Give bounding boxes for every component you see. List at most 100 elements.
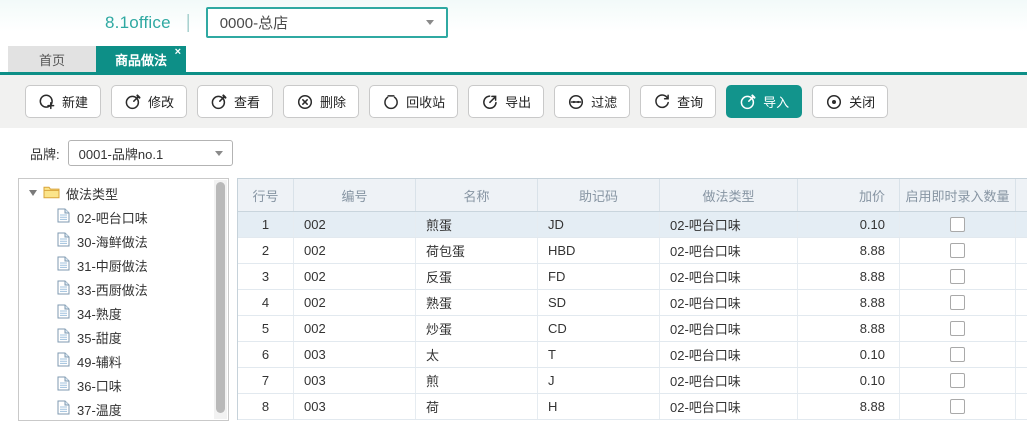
export-button-label: 导出: [505, 92, 531, 111]
tab-product-methods[interactable]: 商品做法 ×: [96, 46, 186, 72]
query-button[interactable]: 查询: [640, 85, 716, 118]
instant-qty-checkbox[interactable]: [950, 373, 965, 388]
refresh-circle-icon: [653, 93, 671, 111]
cell-method-type: 02-吧台口味: [660, 316, 798, 341]
tree-item-list: 02-吧台口味 30-海鲜做法 31-中厨做法 33-西厨做法: [19, 205, 228, 421]
document-icon: [57, 376, 70, 394]
table-row[interactable]: 5 002 炒蛋 CD 02-吧台口味 8.88: [238, 316, 1027, 342]
instant-qty-checkbox[interactable]: [950, 399, 965, 414]
table-row[interactable]: 7 003 煎 J 02-吧台口味 0.10: [238, 368, 1027, 394]
tree-expand-icon[interactable]: [29, 190, 37, 196]
cell-code: 003: [294, 368, 416, 393]
col-header-instant-qty[interactable]: 启用即时录入数量: [900, 179, 1016, 211]
cell-instant-qty: [900, 394, 1016, 419]
app-title: 8.1office: [105, 13, 171, 33]
import-button[interactable]: 导入: [726, 85, 802, 118]
recycle-bin-button[interactable]: 回收站: [369, 85, 458, 118]
instant-qty-checkbox[interactable]: [950, 217, 965, 232]
tree-item[interactable]: 49-辅料: [19, 349, 228, 373]
document-icon: [57, 280, 70, 298]
col-header-mnemonic[interactable]: 助记码: [538, 179, 660, 211]
tree-scrollbar-thumb[interactable]: [216, 182, 225, 413]
edit-button[interactable]: 修改: [111, 85, 187, 118]
view-button-label: 查看: [234, 92, 260, 111]
tree-item-label: 36-口味: [77, 376, 122, 395]
tree-root-label: 做法类型: [66, 184, 118, 203]
cell-markup: 8.88: [798, 316, 900, 341]
col-header-name[interactable]: 名称: [416, 179, 538, 211]
recycle-bin-button-label: 回收站: [406, 92, 445, 111]
instant-qty-checkbox[interactable]: [950, 269, 965, 284]
new-button-label: 新建: [62, 92, 88, 111]
col-header-method-type[interactable]: 做法类型: [660, 179, 798, 211]
cell-code: 003: [294, 394, 416, 419]
cell-code: 002: [294, 316, 416, 341]
chevron-down-icon: [215, 151, 223, 156]
cell-code: 002: [294, 212, 416, 237]
table-row[interactable]: 2 002 荷包蛋 HBD 02-吧台口味 8.88: [238, 238, 1027, 264]
cell-markup: 0.10: [798, 342, 900, 367]
filter-button[interactable]: 过滤: [554, 85, 630, 118]
edit-circle-icon: [124, 93, 142, 111]
tree-item[interactable]: 02-吧台口味: [19, 205, 228, 229]
cell-method-type: 02-吧台口味: [660, 342, 798, 367]
tree-root-method-types[interactable]: 做法类型: [19, 181, 228, 205]
methods-table: 行号 编号 名称 助记码 做法类型 加价 启用即时录入数量 1 002 煎蛋 J…: [237, 178, 1027, 420]
cell-code: 002: [294, 264, 416, 289]
import-button-label: 导入: [763, 92, 789, 111]
close-button[interactable]: 关闭: [812, 85, 888, 118]
document-icon: [57, 304, 70, 322]
tab-close-icon[interactable]: ×: [175, 46, 181, 58]
cell-filler: [1016, 238, 1027, 263]
col-header-markup[interactable]: 加价: [798, 179, 900, 211]
view-button[interactable]: 查看: [197, 85, 273, 118]
delete-button[interactable]: 删除: [283, 85, 359, 118]
cell-markup: 0.10: [798, 368, 900, 393]
cell-method-type: 02-吧台口味: [660, 394, 798, 419]
cell-name: 煎蛋: [416, 212, 538, 237]
tree-item[interactable]: 35-甜度: [19, 325, 228, 349]
instant-qty-checkbox[interactable]: [950, 321, 965, 336]
col-header-code[interactable]: 编号: [294, 179, 416, 211]
table-row[interactable]: 1 002 煎蛋 JD 02-吧台口味 0.10: [238, 212, 1027, 238]
export-circle-icon: [481, 93, 499, 111]
view-circle-icon: [210, 93, 228, 111]
cell-filler: [1016, 394, 1027, 419]
instant-qty-checkbox[interactable]: [950, 347, 965, 362]
tree-item[interactable]: 31-中厨做法: [19, 253, 228, 277]
instant-qty-checkbox[interactable]: [950, 295, 965, 310]
table-row[interactable]: 6 003 太 T 02-吧台口味 0.10: [238, 342, 1027, 368]
tree-item[interactable]: 33-西厨做法: [19, 277, 228, 301]
cell-markup: 8.88: [798, 394, 900, 419]
cell-line-no: 5: [238, 316, 294, 341]
method-type-tree: 做法类型 02-吧台口味 30-海鲜做法 31-中厨做法: [18, 178, 229, 421]
folder-icon: [43, 185, 60, 202]
tab-home[interactable]: 首页: [8, 46, 96, 72]
cell-filler: [1016, 342, 1027, 367]
cell-name: 炒蛋: [416, 316, 538, 341]
col-header-line-no[interactable]: 行号: [238, 179, 294, 211]
tree-item[interactable]: 30-海鲜做法: [19, 229, 228, 253]
store-select[interactable]: 0000-总店: [206, 7, 448, 38]
brand-label: 品牌:: [30, 144, 60, 163]
tree-item-label: 35-甜度: [77, 328, 122, 347]
title-bar: 8.1office | 0000-总店: [0, 0, 1027, 45]
tree-item[interactable]: 37-温度: [19, 397, 228, 421]
col-header-filler: [1016, 179, 1027, 211]
cell-mnemonic: HBD: [538, 238, 660, 263]
table-row[interactable]: 4 002 熟蛋 SD 02-吧台口味 8.88: [238, 290, 1027, 316]
export-button[interactable]: 导出: [468, 85, 544, 118]
instant-qty-checkbox[interactable]: [950, 243, 965, 258]
cell-method-type: 02-吧台口味: [660, 264, 798, 289]
cell-filler: [1016, 290, 1027, 315]
cell-line-no: 4: [238, 290, 294, 315]
tree-item[interactable]: 34-熟度: [19, 301, 228, 325]
tree-item-label: 34-熟度: [77, 304, 122, 323]
table-row[interactable]: 3 002 反蛋 FD 02-吧台口味 8.88: [238, 264, 1027, 290]
brand-select[interactable]: 0001-品牌no.1: [68, 140, 233, 166]
cell-name: 太: [416, 342, 538, 367]
table-row[interactable]: 8 003 荷 H 02-吧台口味 8.88: [238, 394, 1027, 420]
tree-item[interactable]: 36-口味: [19, 373, 228, 397]
close-circle-icon: [825, 93, 843, 111]
new-button[interactable]: 新建: [25, 85, 101, 118]
